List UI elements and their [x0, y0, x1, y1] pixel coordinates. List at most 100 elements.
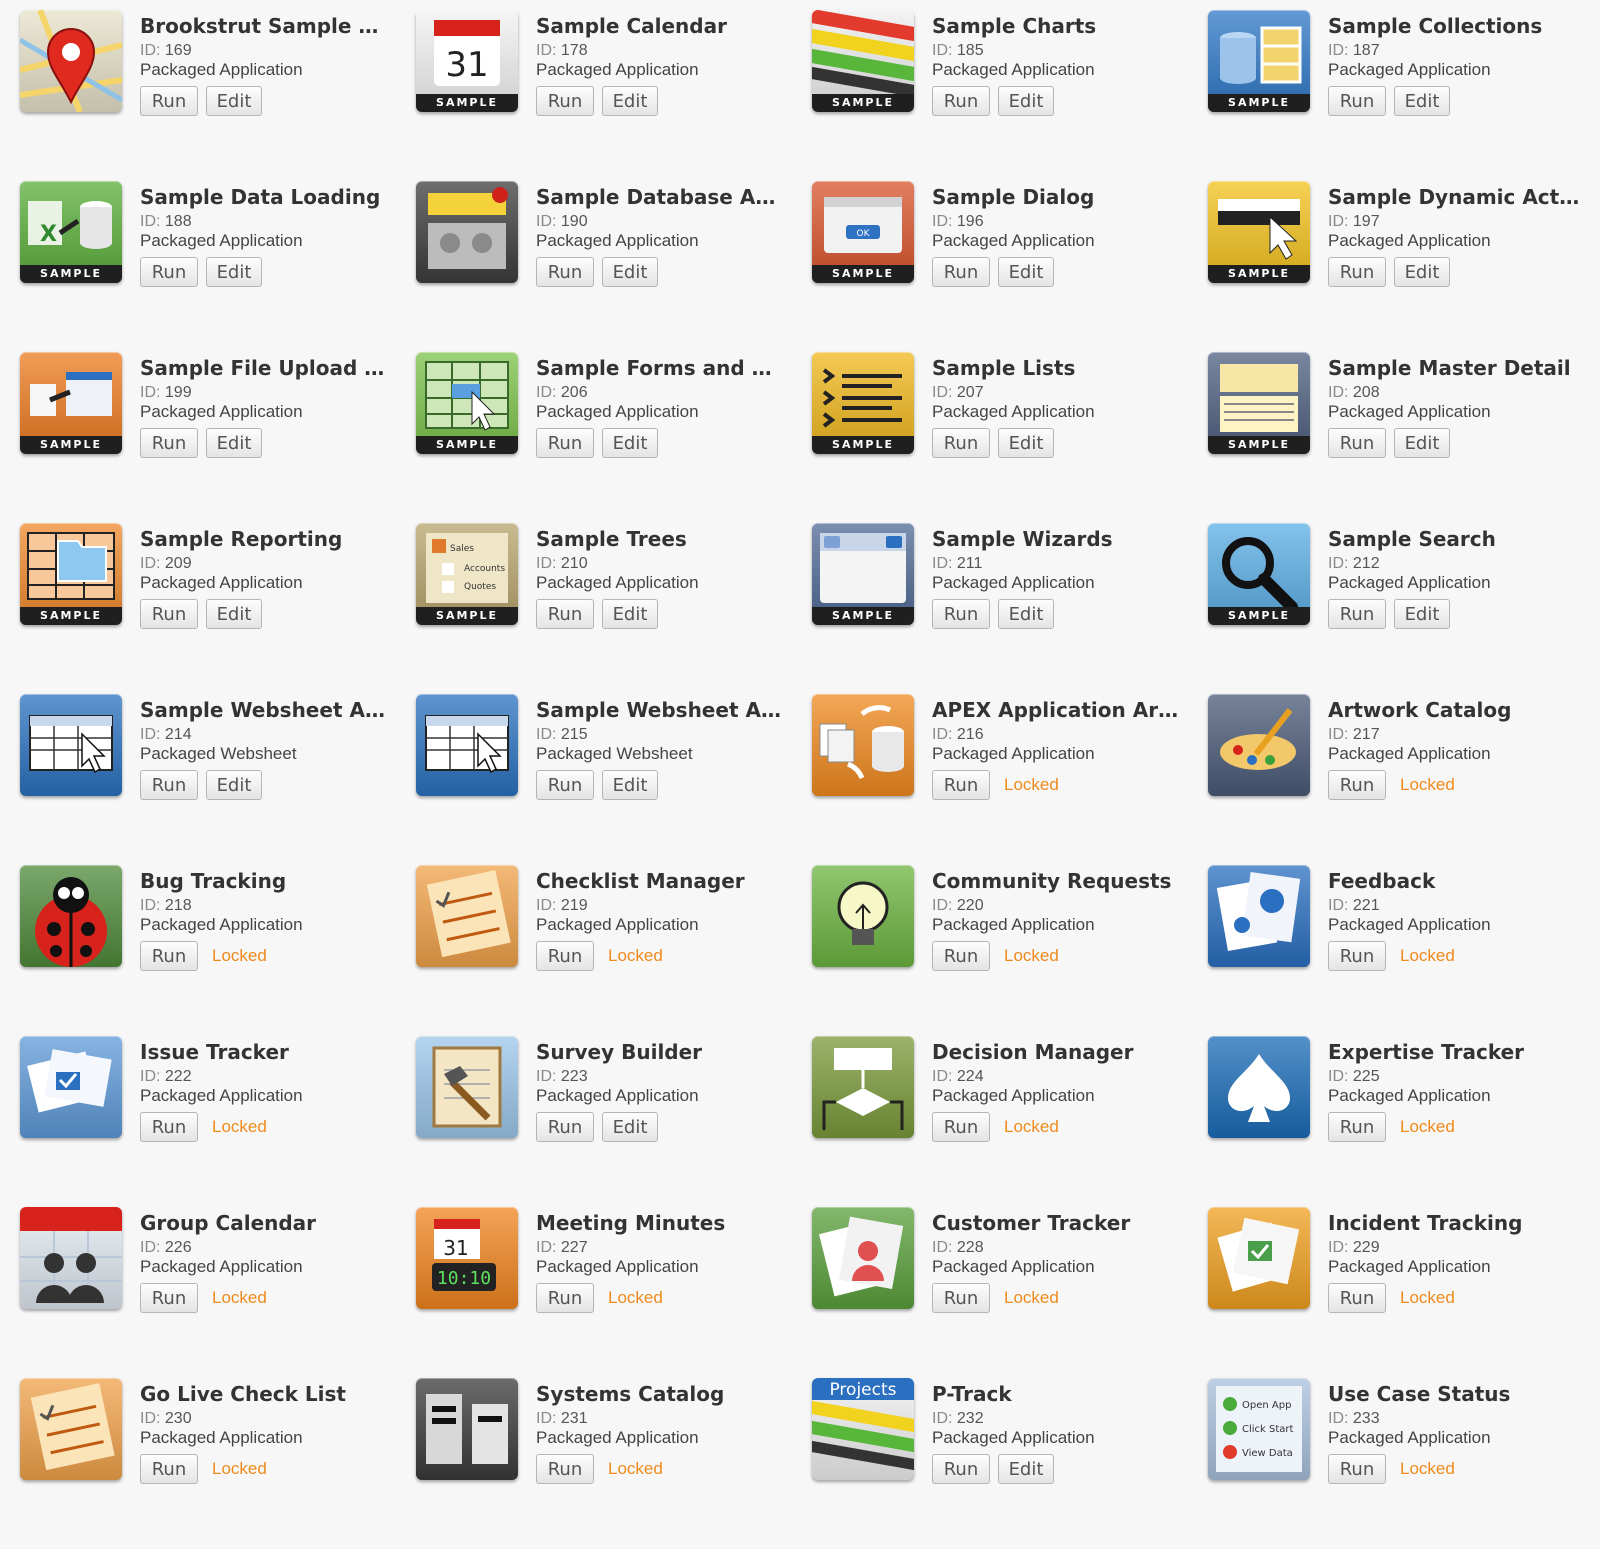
app-title[interactable]: Sample Lists [932, 356, 1184, 380]
use-case-icon[interactable]: Open App Click Start View Data [1208, 1378, 1310, 1480]
edit-button[interactable]: Edit [1394, 257, 1450, 287]
feedback-icon[interactable] [1208, 865, 1310, 967]
edit-button[interactable]: Edit [998, 257, 1054, 287]
file-upload-icon[interactable]: SAMPLE [20, 352, 122, 454]
app-title[interactable]: Survey Builder [536, 1040, 788, 1064]
ladybug-icon[interactable] [20, 865, 122, 967]
run-button[interactable]: Run [932, 1112, 990, 1142]
app-title[interactable]: Sample Wizards [932, 527, 1184, 551]
edit-button[interactable]: Edit [206, 428, 262, 458]
projects-icon[interactable]: Projects [812, 1378, 914, 1480]
app-title[interactable]: Artwork Catalog [1328, 698, 1580, 722]
app-title[interactable]: Sample Websheet Ap… [536, 698, 788, 722]
issue-tracker-icon[interactable] [20, 1036, 122, 1138]
checklist-icon[interactable] [20, 1378, 122, 1480]
app-title[interactable]: Expertise Tracker [1328, 1040, 1580, 1064]
run-button[interactable]: Run [1328, 941, 1386, 971]
edit-button[interactable]: Edit [602, 86, 658, 116]
run-button[interactable]: Run [932, 257, 990, 287]
app-title[interactable]: Customer Tracker [932, 1211, 1184, 1235]
run-button[interactable]: Run [140, 1454, 198, 1484]
checklist-icon[interactable] [416, 865, 518, 967]
reporting-icon[interactable]: SAMPLE [20, 523, 122, 625]
run-button[interactable]: Run [140, 1112, 198, 1142]
edit-button[interactable]: Edit [998, 599, 1054, 629]
app-title[interactable]: Sample Forms and Gri… [536, 356, 788, 380]
dynamic-actions-icon[interactable]: SAMPLE [1208, 181, 1310, 283]
app-title[interactable]: Sample Search [1328, 527, 1580, 551]
app-title[interactable]: Sample Collections [1328, 14, 1580, 38]
collections-icon[interactable]: SAMPLE [1208, 10, 1310, 112]
charts-icon[interactable]: SAMPLE [812, 10, 914, 112]
run-button[interactable]: Run [1328, 770, 1386, 800]
app-title[interactable]: APEX Application Arc… [932, 698, 1184, 722]
wizards-icon[interactable]: SAMPLE [812, 523, 914, 625]
run-button[interactable]: Run [536, 257, 594, 287]
run-button[interactable]: Run [1328, 1454, 1386, 1484]
app-title[interactable]: Go Live Check List [140, 1382, 392, 1406]
database-app-icon[interactable] [416, 181, 518, 283]
edit-button[interactable]: Edit [206, 86, 262, 116]
app-title[interactable]: Group Calendar [140, 1211, 392, 1235]
palette-icon[interactable] [1208, 694, 1310, 796]
run-button[interactable]: Run [1328, 1112, 1386, 1142]
run-button[interactable]: Run [1328, 1283, 1386, 1313]
run-button[interactable]: Run [536, 599, 594, 629]
edit-button[interactable]: Edit [1394, 599, 1450, 629]
run-button[interactable]: Run [932, 770, 990, 800]
app-title[interactable]: Sample Websheet Ap… [140, 698, 392, 722]
run-button[interactable]: Run [536, 1112, 594, 1142]
spade-icon[interactable] [1208, 1036, 1310, 1138]
run-button[interactable]: Run [140, 941, 198, 971]
data-loading-icon[interactable]: X SAMPLE [20, 181, 122, 283]
run-button[interactable]: Run [140, 86, 198, 116]
app-title[interactable]: Decision Manager [932, 1040, 1184, 1064]
master-detail-icon[interactable]: SAMPLE [1208, 352, 1310, 454]
run-button[interactable]: Run [932, 1454, 990, 1484]
customer-icon[interactable] [812, 1207, 914, 1309]
edit-button[interactable]: Edit [998, 428, 1054, 458]
app-title[interactable]: Brookstrut Sample Ap… [140, 14, 392, 38]
server-icon[interactable] [416, 1378, 518, 1480]
run-button[interactable]: Run [1328, 86, 1386, 116]
app-title[interactable]: Use Case Status [1328, 1382, 1580, 1406]
forms-grid-icon[interactable]: SAMPLE [416, 352, 518, 454]
app-title[interactable]: Sample Calendar [536, 14, 788, 38]
run-button[interactable]: Run [536, 86, 594, 116]
map-pin-icon[interactable] [20, 10, 122, 112]
app-title[interactable]: Incident Tracking [1328, 1211, 1580, 1235]
app-title[interactable]: Sample Trees [536, 527, 788, 551]
edit-button[interactable]: Edit [602, 599, 658, 629]
app-title[interactable]: Checklist Manager [536, 869, 788, 893]
archive-icon[interactable] [812, 694, 914, 796]
app-title[interactable]: Issue Tracker [140, 1040, 392, 1064]
edit-button[interactable]: Edit [206, 257, 262, 287]
app-title[interactable]: Sample Master Detail [1328, 356, 1580, 380]
run-button[interactable]: Run [932, 599, 990, 629]
search-icon[interactable]: SAMPLE [1208, 523, 1310, 625]
lightbulb-icon[interactable] [812, 865, 914, 967]
edit-button[interactable]: Edit [602, 770, 658, 800]
app-title[interactable]: Sample File Upload an… [140, 356, 392, 380]
meeting-minutes-icon[interactable]: 31 10:10 [416, 1207, 518, 1309]
app-title[interactable]: Systems Catalog [536, 1382, 788, 1406]
run-button[interactable]: Run [932, 941, 990, 971]
websheet-icon[interactable] [20, 694, 122, 796]
run-button[interactable]: Run [536, 770, 594, 800]
app-title[interactable]: Feedback [1328, 869, 1580, 893]
edit-button[interactable]: Edit [1394, 86, 1450, 116]
app-title[interactable]: Sample Data Loading [140, 185, 392, 209]
app-title[interactable]: Community Requests [932, 869, 1184, 893]
edit-button[interactable]: Edit [602, 1112, 658, 1142]
app-title[interactable]: Meeting Minutes [536, 1211, 788, 1235]
trees-icon[interactable]: Sales Accounts Quotes SAMPLE [416, 523, 518, 625]
run-button[interactable]: Run [140, 770, 198, 800]
incident-icon[interactable] [1208, 1207, 1310, 1309]
decision-icon[interactable] [812, 1036, 914, 1138]
run-button[interactable]: Run [536, 428, 594, 458]
edit-button[interactable]: Edit [602, 428, 658, 458]
dialog-icon[interactable]: OK SAMPLE [812, 181, 914, 283]
app-title[interactable]: Sample Charts [932, 14, 1184, 38]
app-title[interactable]: Sample Dialog [932, 185, 1184, 209]
run-button[interactable]: Run [140, 257, 198, 287]
